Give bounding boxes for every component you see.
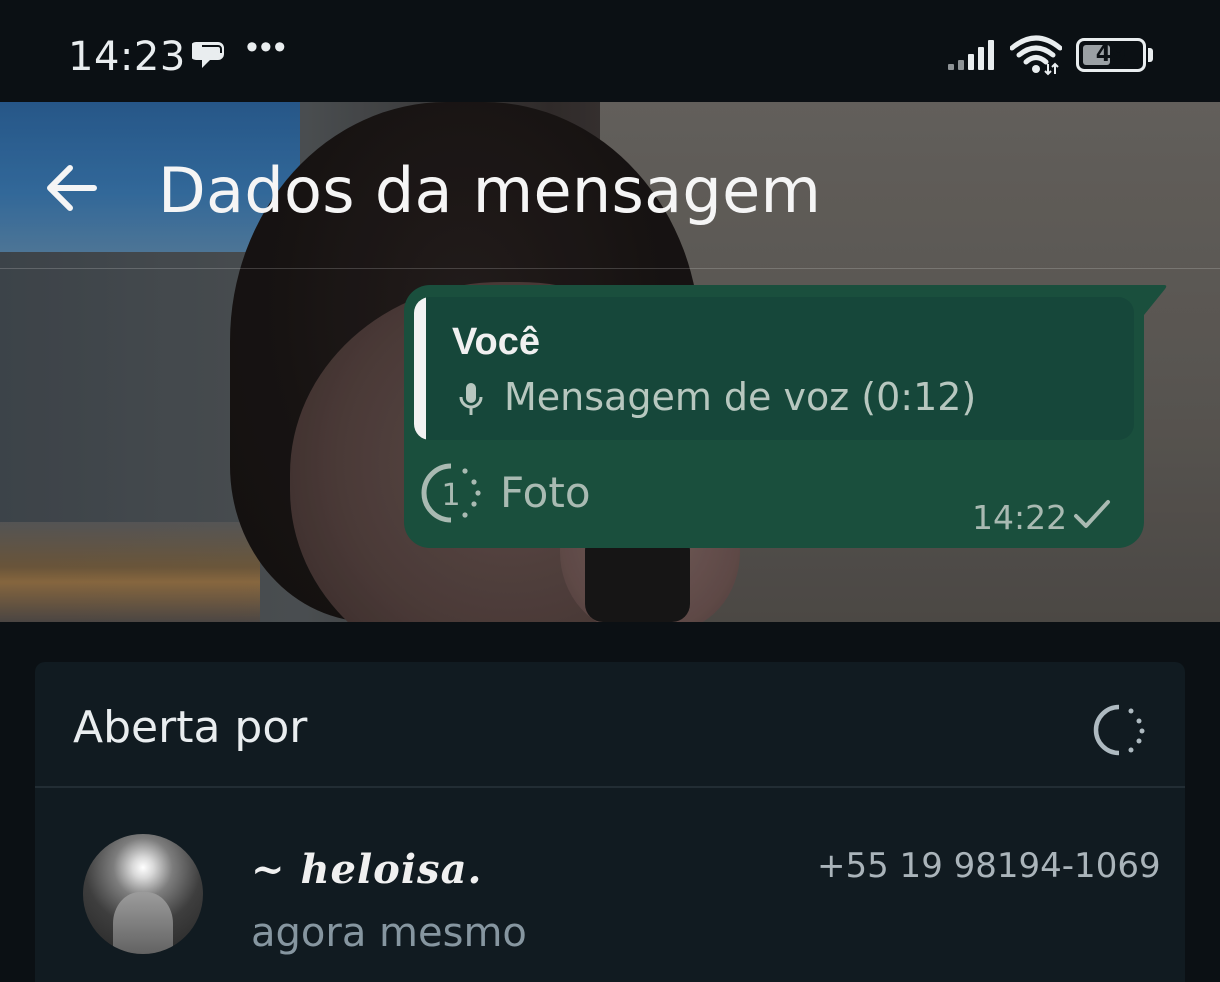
contact-read-time: agora mesmo	[251, 910, 527, 956]
status-time: 14:23	[68, 34, 186, 80]
quoted-text: Mensagem de voz (0:12)	[504, 375, 977, 419]
battery-icon: 49	[1076, 38, 1153, 72]
card-divider	[35, 786, 1185, 788]
page-title: Dados da mensagem	[158, 154, 822, 227]
read-by-card: Aberta por ~ heloisa. agora mesmo +55 19…	[35, 662, 1185, 982]
toolbar: Dados da mensagem	[0, 102, 1220, 268]
arrow-left-icon[interactable]	[44, 162, 100, 214]
wifi-icon	[1010, 35, 1062, 76]
view-once-icon	[1093, 704, 1145, 756]
avatar-figure	[113, 892, 173, 954]
notification-more-icon: •••	[246, 28, 288, 66]
quote-accent-bar	[414, 297, 426, 440]
status-bar: 14:23 ••• 49	[0, 0, 1220, 102]
message-time: 14:22	[972, 498, 1068, 537]
battery-level: 49	[1095, 42, 1127, 67]
contact-phone: +55 19 98194-1069	[817, 846, 1161, 886]
quoted-author: Você	[452, 321, 541, 363]
toolbar-divider	[0, 268, 1220, 269]
contact-name: ~ heloisa.	[251, 846, 483, 893]
quoted-message[interactable]: Você Mensagem de voz (0:12)	[414, 297, 1134, 440]
single-check-icon	[1074, 500, 1110, 528]
avatar[interactable]	[83, 834, 203, 954]
view-once-icon: 1	[421, 463, 481, 523]
cellular-signal-icon	[948, 40, 994, 70]
message-preview-area: Dados da mensagem Você Mensagem de voz (…	[0, 102, 1220, 622]
microphone-icon	[459, 383, 483, 415]
svg-text:1: 1	[441, 478, 460, 513]
read-by-title: Aberta por	[73, 702, 308, 753]
battery-tip	[1148, 48, 1153, 62]
chat-bubbles-icon	[192, 42, 224, 68]
media-label: Foto	[500, 468, 591, 517]
